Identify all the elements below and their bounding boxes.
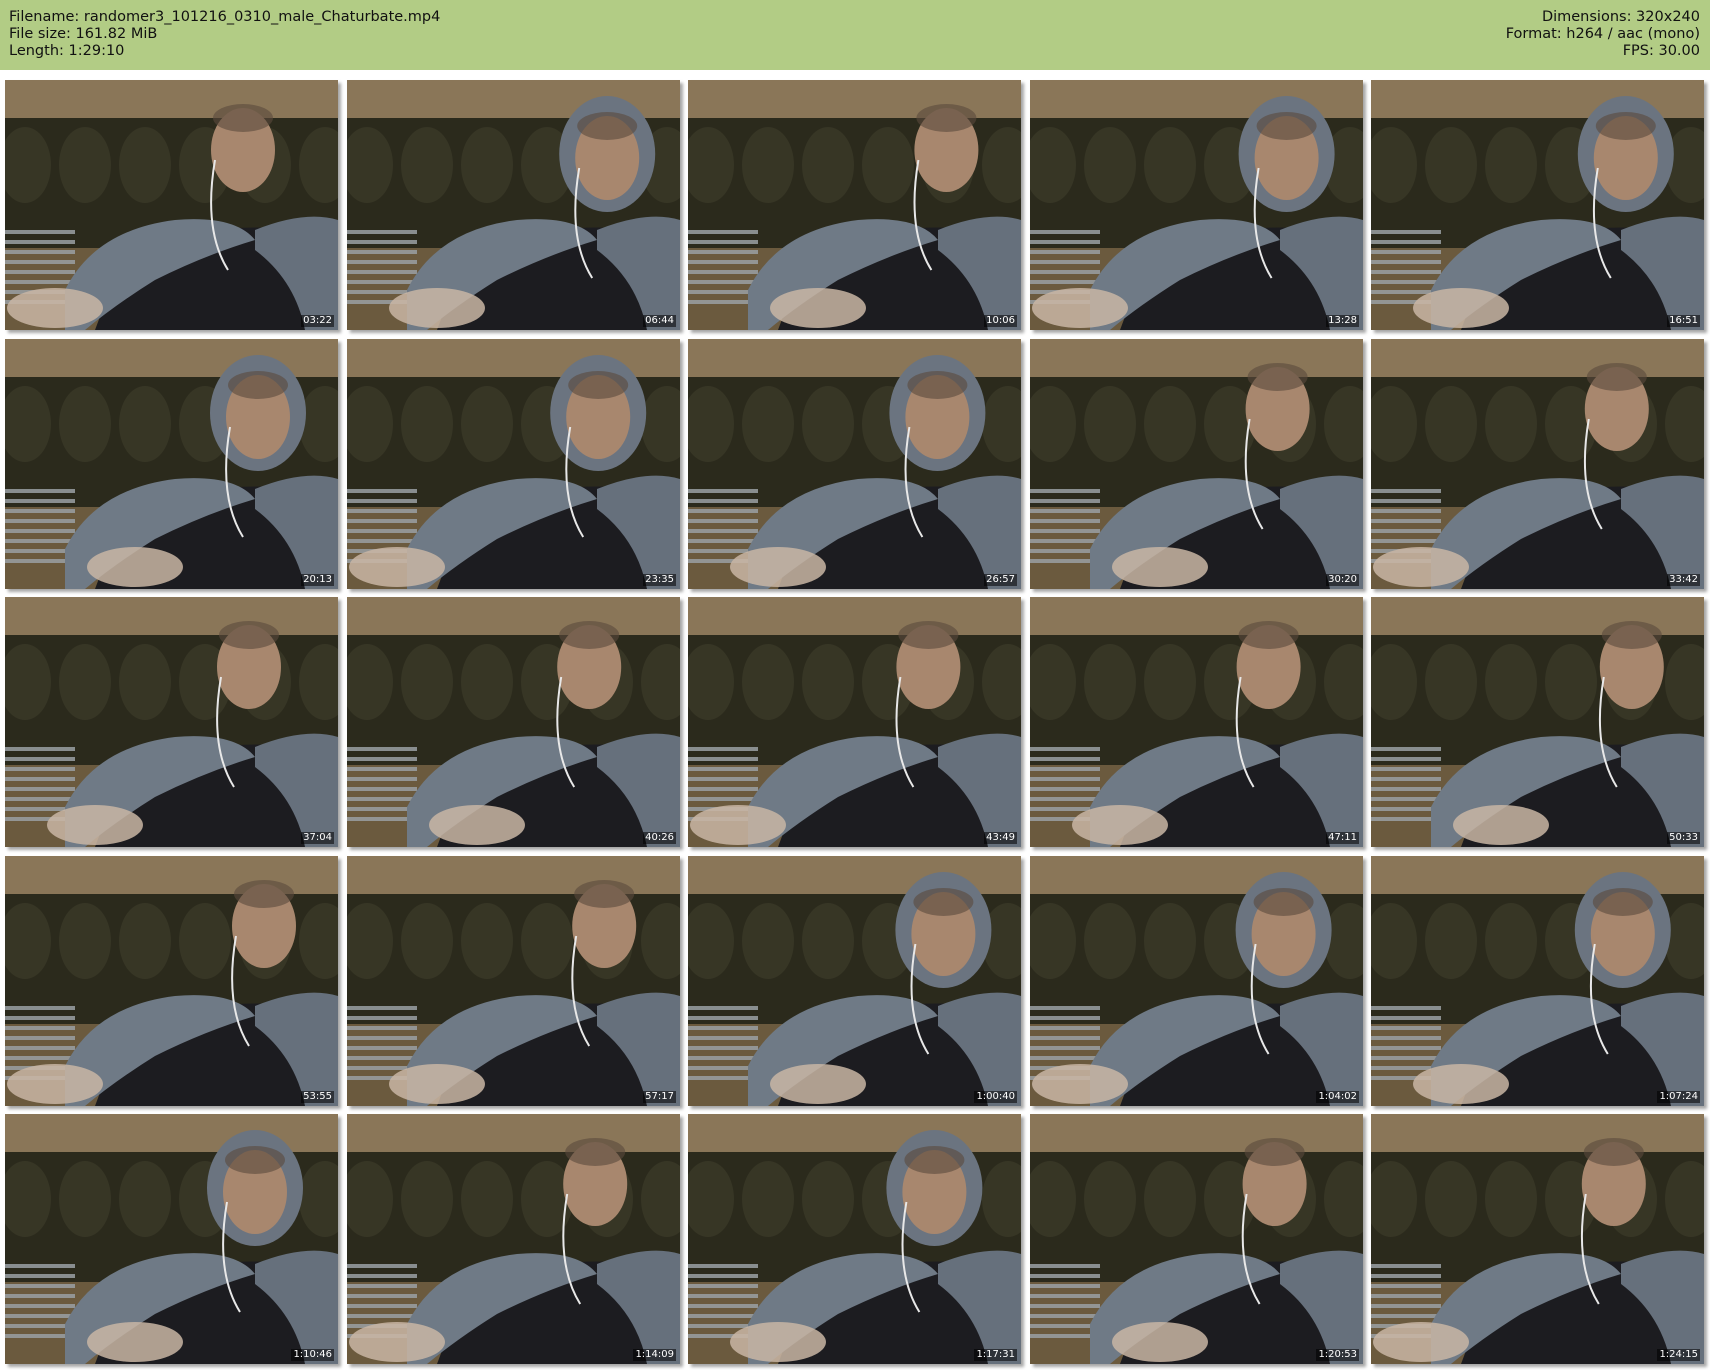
thumbnail-timestamp: 1:10:46 <box>291 1349 334 1361</box>
thumbnail-frame-image <box>688 339 1021 589</box>
thumbnail-grid: 03:22 06:44 10:06 13:28 16:51 20:13 23:35 26:57… <box>5 80 1705 1365</box>
thumbnail-timestamp: 16:51 <box>1667 315 1700 327</box>
thumbnail-timestamp: 1:00:40 <box>974 1091 1017 1103</box>
video-thumbnail: 16:51 <box>1371 80 1704 330</box>
thumbnail-timestamp: 33:42 <box>1667 574 1700 586</box>
thumbnail-frame-image <box>347 597 680 847</box>
thumbnail-timestamp: 30:20 <box>1326 574 1359 586</box>
thumbnail-frame-image <box>1030 80 1363 330</box>
thumbnail-timestamp: 1:07:24 <box>1657 1091 1700 1103</box>
video-thumbnail: 1:10:46 <box>5 1114 338 1364</box>
filesize-text: File size: 161.82 MiB <box>9 26 158 42</box>
video-thumbnail: 47:11 <box>1030 597 1363 847</box>
video-thumbnail: 20:13 <box>5 339 338 589</box>
thumbnail-timestamp: 13:28 <box>1326 315 1359 327</box>
thumbnail-frame-image <box>688 80 1021 330</box>
dimensions-text: Dimensions: 320x240 <box>1541 9 1700 25</box>
thumbnail-frame-image <box>688 1114 1021 1364</box>
thumbnail-timestamp: 03:22 <box>301 315 334 327</box>
thumbnail-timestamp: 1:14:09 <box>633 1349 676 1361</box>
thumbnail-timestamp: 23:35 <box>643 574 676 586</box>
thumbnail-timestamp: 40:26 <box>643 832 676 844</box>
media-info: Dimensions: 320x240 Format: h264 / aac (… <box>1506 9 1700 60</box>
thumbnail-timestamp: 1:04:02 <box>1316 1091 1359 1103</box>
format-text: Format: h264 / aac (mono) <box>1505 26 1700 42</box>
thumbnail-frame-image <box>1371 856 1704 1106</box>
video-thumbnail: 1:20:53 <box>1030 1114 1363 1364</box>
video-thumbnail: 10:06 <box>688 80 1021 330</box>
thumbnail-frame-image <box>347 80 680 330</box>
thumbnail-frame-image <box>1030 597 1363 847</box>
video-thumbnail: 40:26 <box>347 597 680 847</box>
filename-text: Filename: randomer3_101216_0310_male_Cha… <box>9 9 441 25</box>
video-thumbnail: 57:17 <box>347 856 680 1106</box>
video-thumbnail: 33:42 <box>1371 339 1704 589</box>
file-info: Filename: randomer3_101216_0310_male_Cha… <box>9 9 440 60</box>
thumbnail-frame-image <box>1371 80 1704 330</box>
thumbnail-frame-image <box>688 597 1021 847</box>
video-thumbnail: 1:17:31 <box>688 1114 1021 1364</box>
thumbnail-frame-image <box>5 597 338 847</box>
thumbnail-timestamp: 43:49 <box>984 832 1017 844</box>
thumbnail-frame-image <box>5 339 338 589</box>
video-thumbnail: 13:28 <box>1030 80 1363 330</box>
thumbnail-timestamp: 1:17:31 <box>974 1349 1017 1361</box>
thumbnail-timestamp: 57:17 <box>643 1091 676 1103</box>
thumbnail-frame-image <box>1030 1114 1363 1364</box>
thumbnail-frame-image <box>347 339 680 589</box>
video-thumbnail: 1:24:15 <box>1371 1114 1704 1364</box>
video-thumbnail: 30:20 <box>1030 339 1363 589</box>
thumbnail-timestamp: 53:55 <box>301 1091 334 1103</box>
video-thumbnail: 26:57 <box>688 339 1021 589</box>
fps-text: FPS: 30.00 <box>1622 43 1700 59</box>
length-text: Length: 1:29:10 <box>9 43 125 59</box>
info-header: Filename: randomer3_101216_0310_male_Cha… <box>0 0 1710 70</box>
thumbnail-timestamp: 1:20:53 <box>1316 1349 1359 1361</box>
thumbnail-frame-image <box>5 1114 338 1364</box>
thumbnail-timestamp: 06:44 <box>643 315 676 327</box>
thumbnail-timestamp: 26:57 <box>984 574 1017 586</box>
thumbnail-frame-image <box>347 856 680 1106</box>
video-thumbnail: 1:14:09 <box>347 1114 680 1364</box>
thumbnail-frame-image <box>1371 597 1704 847</box>
video-thumbnail: 1:07:24 <box>1371 856 1704 1106</box>
thumbnail-frame-image <box>347 1114 680 1364</box>
thumbnail-timestamp: 47:11 <box>1326 832 1359 844</box>
video-thumbnail: 1:00:40 <box>688 856 1021 1106</box>
video-thumbnail: 03:22 <box>5 80 338 330</box>
video-thumbnail: 06:44 <box>347 80 680 330</box>
thumbnail-frame-image <box>1371 1114 1704 1364</box>
thumbnail-frame-image <box>5 856 338 1106</box>
thumbnail-timestamp: 37:04 <box>301 832 334 844</box>
thumbnail-frame-image <box>1371 339 1704 589</box>
video-thumbnail: 1:04:02 <box>1030 856 1363 1106</box>
thumbnail-frame-image <box>1030 856 1363 1106</box>
thumbnail-timestamp: 1:24:15 <box>1657 1349 1700 1361</box>
video-thumbnail: 23:35 <box>347 339 680 589</box>
thumbnail-frame-image <box>1030 339 1363 589</box>
video-thumbnail: 37:04 <box>5 597 338 847</box>
video-thumbnail: 43:49 <box>688 597 1021 847</box>
video-thumbnail: 53:55 <box>5 856 338 1106</box>
thumbnail-timestamp: 50:33 <box>1667 832 1700 844</box>
video-thumbnail: 50:33 <box>1371 597 1704 847</box>
thumbnail-frame-image <box>688 856 1021 1106</box>
thumbnail-timestamp: 20:13 <box>301 574 334 586</box>
thumbnail-timestamp: 10:06 <box>984 315 1017 327</box>
thumbnail-frame-image <box>5 80 338 330</box>
